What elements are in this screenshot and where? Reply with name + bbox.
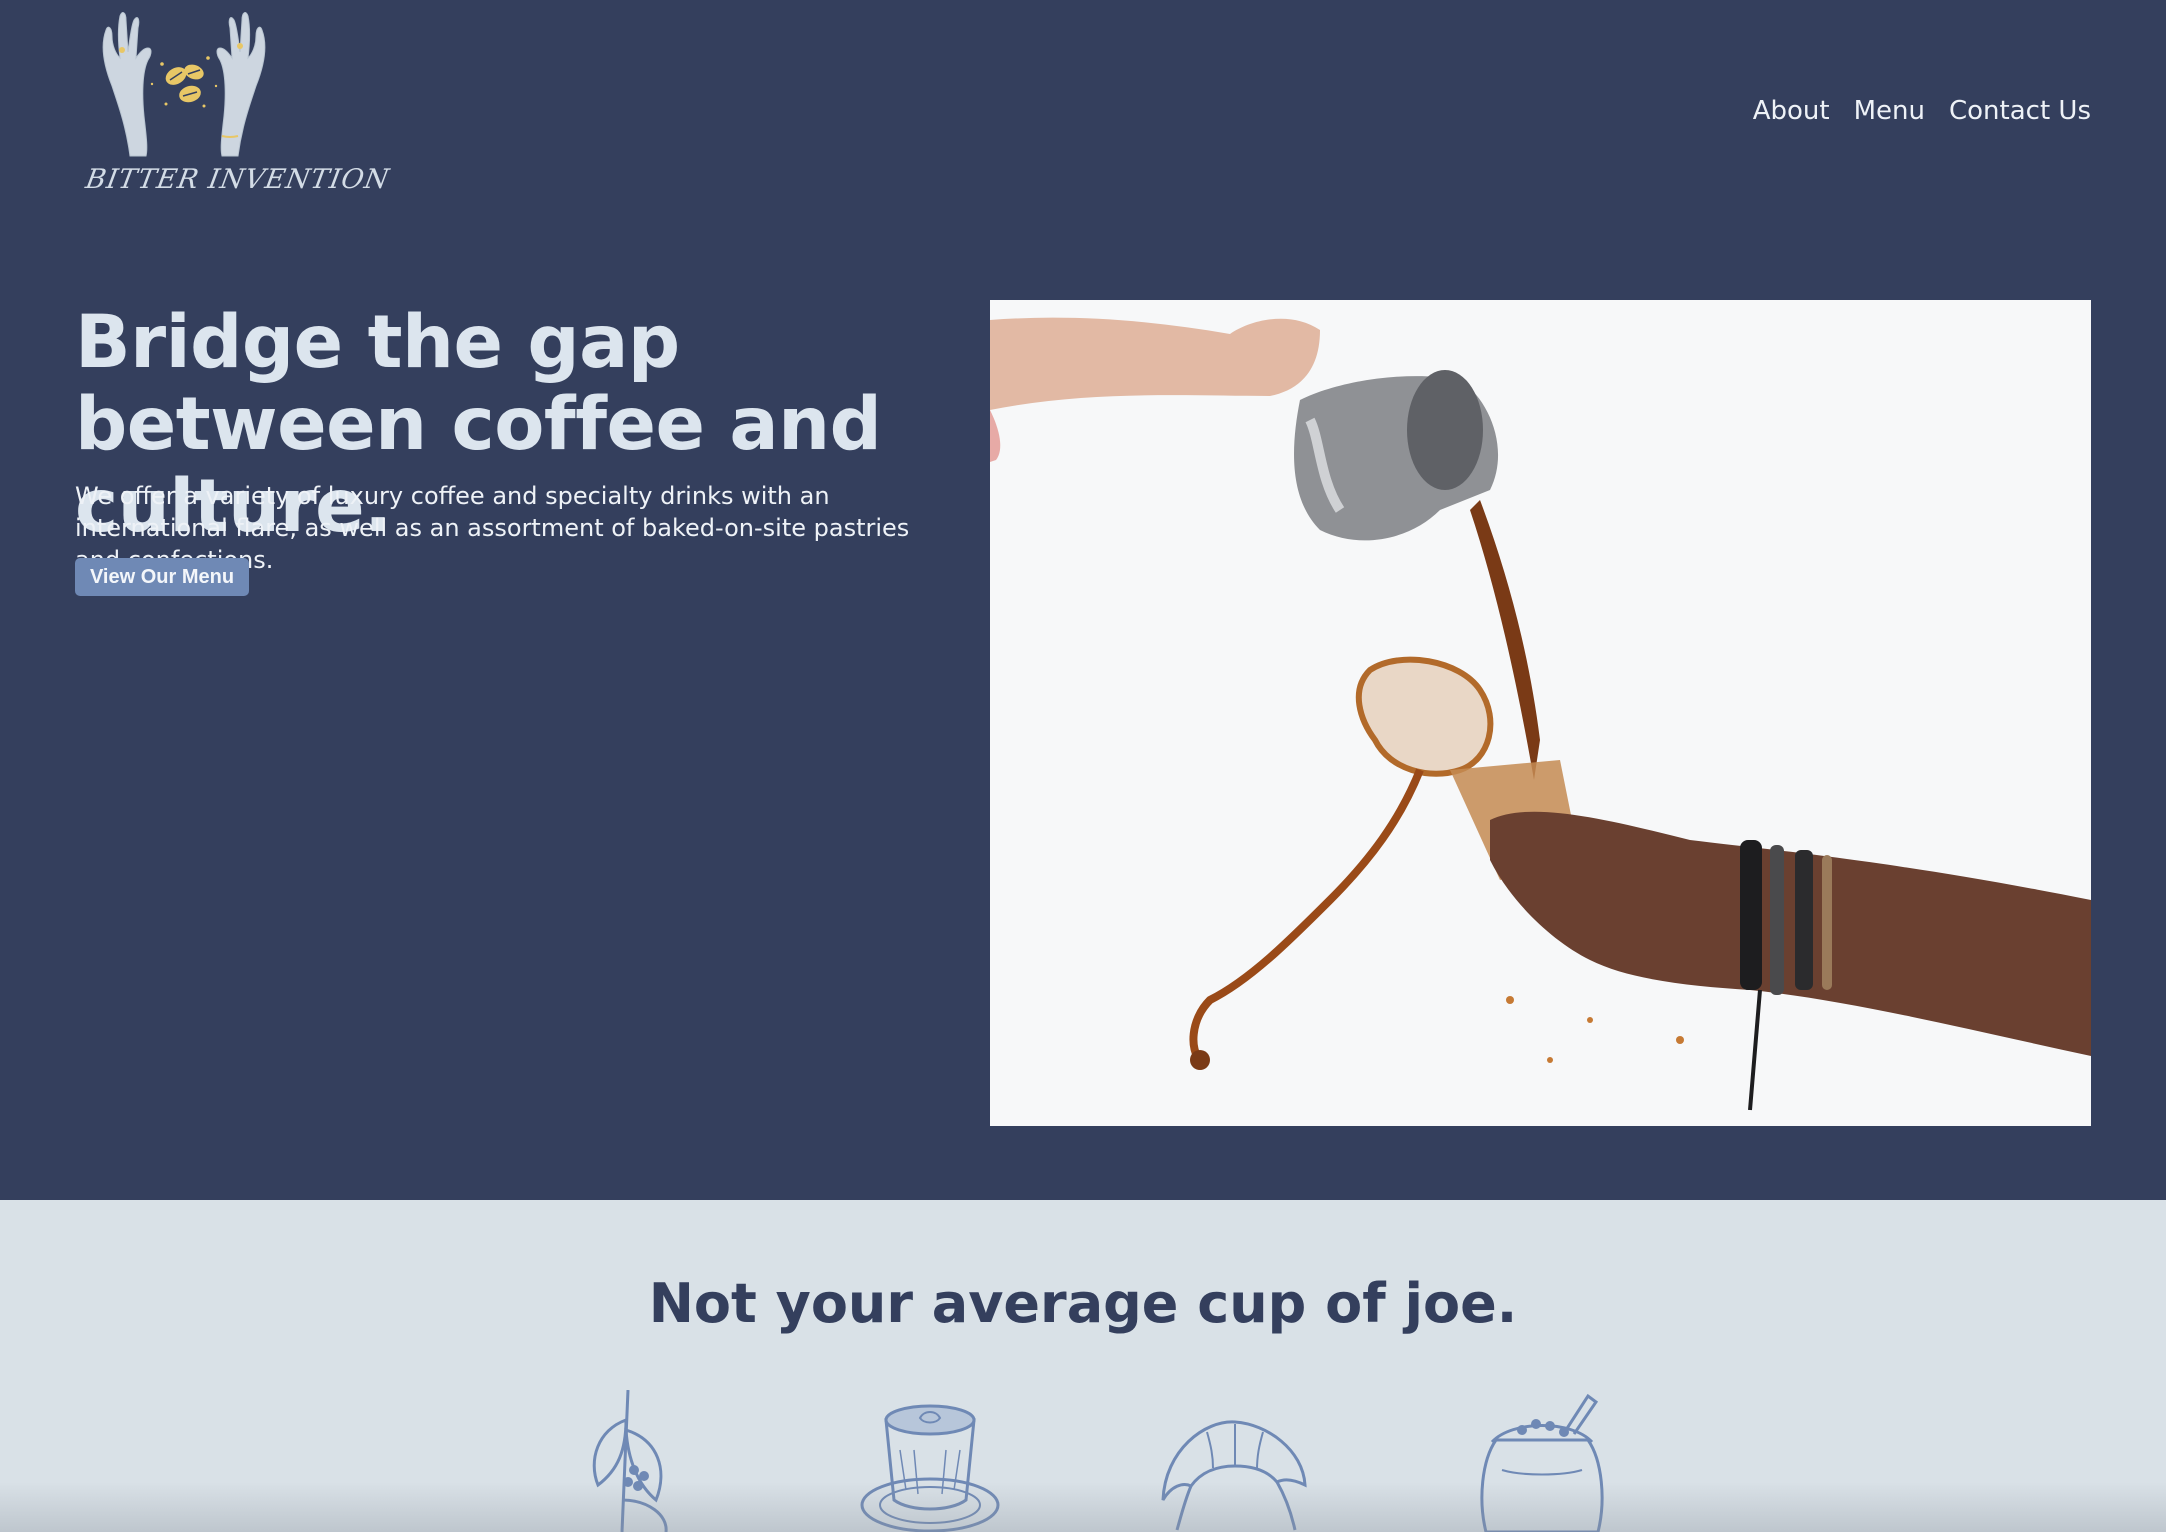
hands-with-coffee-beans-icon: [102, 12, 266, 157]
croissant-icon: [1155, 1390, 1315, 1532]
coffee-bean-sack-icon: [1462, 1390, 1622, 1534]
view-menu-button[interactable]: View Our Menu: [75, 558, 249, 596]
coffee-pour-photo: [990, 300, 2091, 1126]
logo-wordmark: BITTER INVENTION: [83, 164, 392, 195]
features-section: Not your average cup of joe.: [0, 1200, 2166, 1534]
brand-logo[interactable]: BITTER INVENTION: [82, 6, 392, 216]
nav-menu[interactable]: Menu: [1854, 96, 1925, 126]
nav-about[interactable]: About: [1753, 96, 1830, 126]
coffee-plant-icon: [548, 1389, 708, 1533]
hero-section: BITTER INVENTION About Menu Contact Us B…: [0, 0, 2166, 1200]
nav-contact-us[interactable]: Contact Us: [1949, 96, 2091, 126]
main-nav: About Menu Contact Us: [1753, 96, 2091, 126]
latte-cup-icon: [850, 1390, 1010, 1533]
features-heading: Not your average cup of joe.: [648, 1272, 1518, 1335]
